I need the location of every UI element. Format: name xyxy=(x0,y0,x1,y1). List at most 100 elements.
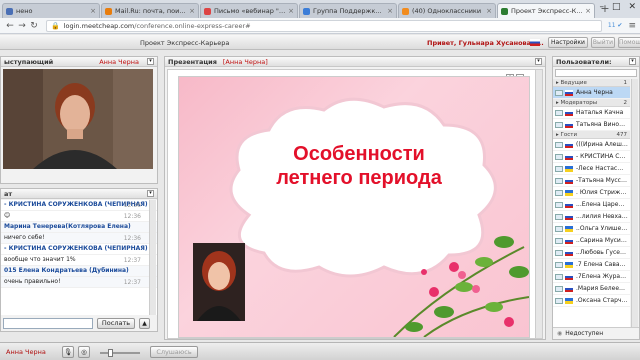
maximize-icon[interactable]: □ xyxy=(612,2,621,12)
browser-tab[interactable]: Группа Поддержки Webin× xyxy=(299,3,397,18)
volume-knob[interactable] xyxy=(108,349,113,357)
chat-message: 015 Елена Кондратьева (Дубинина) xyxy=(1,266,157,277)
chat-text: ничего себе! xyxy=(4,234,45,241)
panel-menu-icon[interactable]: ▾ xyxy=(535,58,542,65)
webcam-icon xyxy=(555,213,563,220)
status-bar: Анна Черна 🎙 ◎ Слушаюсь xyxy=(0,342,640,360)
browser-tab[interactable]: Mail.Ru: почта, поиск в инт× xyxy=(101,3,199,18)
slide-scrollbar[interactable] xyxy=(535,70,542,338)
user-row[interactable]: ..Ольга Улишева (Ха xyxy=(553,223,630,235)
raise-hand-button[interactable]: Слушаюсь xyxy=(150,346,198,358)
webcam-icon xyxy=(555,237,563,244)
webcam-icon xyxy=(555,189,563,196)
chat-timestamp: 12:36 xyxy=(123,235,141,242)
help-button[interactable]: Помощь xyxy=(618,37,640,48)
user-group-header[interactable]: ▸ Ведущие 1 xyxy=(553,79,630,87)
chat-message: Марина Тенерева(Котлярова Елена) xyxy=(1,222,157,233)
favicon-icon xyxy=(105,7,112,15)
availability-status[interactable]: ◉ Недоступен xyxy=(553,327,639,339)
favicon-icon xyxy=(6,7,13,15)
user-row[interactable]: Татьяна Виноградова xyxy=(553,119,630,131)
browser-tab[interactable]: (40) Одноклассники × xyxy=(398,3,496,18)
close-tab-icon[interactable]: × xyxy=(387,7,393,15)
browser-tab[interactable]: нено × xyxy=(2,3,100,18)
user-name: ..Любовь Гусева (Фоме xyxy=(576,249,628,256)
user-row[interactable]: ...Елена Царенко) xyxy=(553,199,630,211)
chat-timestamp: 12:37 xyxy=(123,257,141,264)
browser-tab-label: Mail.Ru: почта, поиск в инт xyxy=(115,7,187,15)
user-row[interactable]: (((Ирина Алешко (Тата xyxy=(553,139,630,151)
user-search-input[interactable] xyxy=(555,69,637,77)
browser-tab[interactable]: Проект Экспресс-Карьер× xyxy=(497,3,595,18)
webcam-icon xyxy=(555,89,563,96)
user-name: .Оксана Старчак(Персо xyxy=(576,297,628,304)
country-flag-icon xyxy=(565,285,573,292)
forward-icon[interactable]: → xyxy=(16,21,28,31)
user-row[interactable]: . Юлия Стрижак (Старч xyxy=(553,187,630,199)
presenter-name: [Анна Черна] xyxy=(222,57,268,66)
user-row[interactable]: ..Сарина Мусипова(Ц xyxy=(553,235,630,247)
user-row[interactable]: - КРИСТИНА СОРУЖЕН xyxy=(553,151,630,163)
close-window-icon[interactable]: ✕ xyxy=(628,2,636,12)
language-flag-icon[interactable] xyxy=(530,39,540,46)
microphone-icon[interactable]: 🎙 xyxy=(62,346,74,358)
webcam-icon xyxy=(555,225,563,232)
chat-author[interactable]: - КРИСТИНА СОРУЖЕНКОВА (ЧЕПИРНАЯ) xyxy=(4,245,148,252)
back-icon[interactable]: ← xyxy=(4,21,16,31)
close-tab-icon[interactable]: × xyxy=(288,7,294,15)
app-header: Проект Экспресс-Карьера Привет, Гульнара… xyxy=(0,35,640,50)
panel-menu-icon[interactable]: ▾ xyxy=(147,190,154,197)
chat-message-list[interactable]: - КРИСТИНА СОРУЖЕНКОВА (ЧЕПИРНАЯ) 12:36 😊 1… xyxy=(1,200,157,315)
chat-input[interactable] xyxy=(3,318,93,329)
user-row[interactable]: -Лесе Настасюк(Бога xyxy=(553,163,630,175)
chat-timestamp: 12:36 xyxy=(123,213,141,220)
chat-message: - КРИСТИНА СОРУЖЕНКОВА (ЧЕПИРНАЯ) 12:36 xyxy=(1,200,157,211)
chat-options-icon[interactable]: ▲ xyxy=(139,318,150,329)
user-row[interactable]: .7Елена Журавлева (Ста xyxy=(553,271,630,283)
url-input[interactable]: 🔒 login.meetcheap.com /conference.online… xyxy=(46,19,602,32)
browser-tab[interactable]: Письмо «вебинар "Особе× xyxy=(200,3,298,18)
user-row[interactable]: -Татьяна Муссолитина xyxy=(553,175,630,187)
user-row[interactable]: Анна Черна xyxy=(553,87,630,99)
close-tab-icon[interactable]: × xyxy=(90,7,96,15)
panel-menu-icon[interactable]: ▾ xyxy=(147,58,154,65)
user-list[interactable]: ▸ Ведущие 1 Анна Черна ▸ Модераторы 2 Наталья… xyxy=(553,79,630,327)
user-row[interactable]: .Оксана Старчак(Персо xyxy=(553,295,630,307)
speaker-name: Анна Черна xyxy=(99,57,139,66)
minimize-icon[interactable]: – xyxy=(599,2,604,12)
panel-menu-icon[interactable]: ▾ xyxy=(629,58,636,65)
user-row[interactable]: Наталья Качна xyxy=(553,107,630,119)
presenter-photo-image xyxy=(193,243,245,321)
volume-slider[interactable] xyxy=(100,352,140,354)
webcam-icon xyxy=(555,249,563,256)
webcam-icon xyxy=(555,201,563,208)
camera-icon[interactable]: ◎ xyxy=(78,346,90,358)
close-tab-icon[interactable]: × xyxy=(189,7,195,15)
chat-scrollbar[interactable] xyxy=(149,200,156,315)
user-name: . Юлия Стрижак (Старч xyxy=(576,189,628,196)
user-name: .Мария Белеева (Старч xyxy=(576,285,628,292)
user-group-header[interactable]: ▸ Модераторы 2 xyxy=(553,99,630,107)
url-path: /conference.online-express-career# xyxy=(134,21,251,30)
slide-title-line2: летнего периода xyxy=(276,167,442,189)
close-tab-icon[interactable]: × xyxy=(486,7,492,15)
settings-button[interactable]: Настройки xyxy=(548,37,588,48)
user-row[interactable]: ..Любовь Гусева (Фоме xyxy=(553,247,630,259)
country-flag-icon xyxy=(565,201,573,208)
chat-author[interactable]: Марина Тенерева(Котлярова Елена) xyxy=(4,223,131,230)
extension-badge[interactable]: 11 ✔ xyxy=(608,22,623,29)
users-scrollbar[interactable] xyxy=(631,79,638,327)
user-group-header[interactable]: ▸ Гости 477 xyxy=(553,131,630,139)
country-flag-icon xyxy=(565,297,573,304)
send-button[interactable]: Послать xyxy=(97,318,135,329)
exit-button[interactable]: Выйти xyxy=(591,37,615,48)
user-row[interactable]: .Мария Белеева (Старч xyxy=(553,283,630,295)
user-row[interactable]: .7 Елена Саванская(Ц xyxy=(553,259,630,271)
chat-timestamp: 12:37 xyxy=(123,279,141,286)
chat-message: ничего себе! 12:36 xyxy=(1,233,157,244)
user-row[interactable]: ...лилия Невха(конкров xyxy=(553,211,630,223)
reload-icon[interactable]: ↻ xyxy=(28,21,40,31)
browser-menu-icon[interactable]: ≡ xyxy=(628,21,636,31)
chat-author[interactable]: 015 Елена Кондратьева (Дубинина) xyxy=(4,267,129,274)
close-tab-icon[interactable]: × xyxy=(585,7,591,15)
